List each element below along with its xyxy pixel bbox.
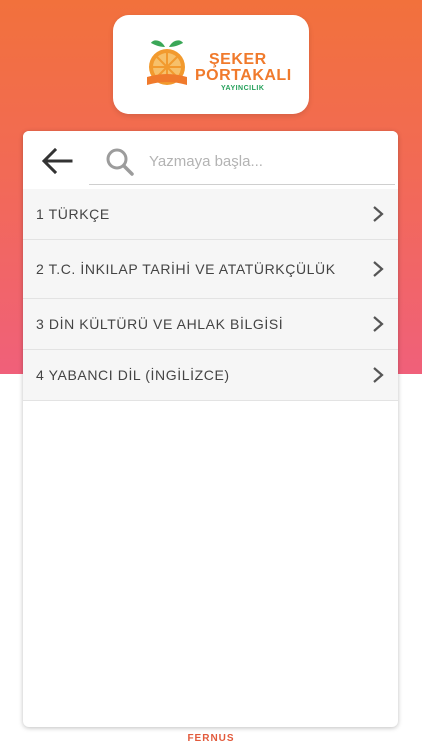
brand-name-line3: YAYINCILIK <box>221 85 265 92</box>
chevron-right-icon <box>373 367 384 383</box>
list-item-din-kulturu[interactable]: 3 DİN KÜLTÜRÜ VE AHLAK BİLGİSİ <box>23 299 398 350</box>
chevron-right-icon <box>373 316 384 332</box>
search-input[interactable] <box>147 145 391 177</box>
subject-list: 1 TÜRKÇE 2 T.C. İNKILAP TARİHİ VE ATATÜR… <box>23 189 398 401</box>
orange-book-logo-icon <box>147 40 187 85</box>
brand-name-line2: PORTAKALI <box>195 67 292 84</box>
arrow-left-icon <box>41 147 73 175</box>
list-item-label: 1 TÜRKÇE <box>36 206 110 222</box>
list-item-yabanci-dil[interactable]: 4 YABANCI DİL (İNGİLİZCE) <box>23 350 398 401</box>
chevron-right-icon <box>373 261 384 277</box>
list-item-inkilap-tarihi[interactable]: 2 T.C. İNKILAP TARİHİ VE ATATÜRKÇÜLÜK <box>23 240 398 299</box>
chevron-right-icon <box>373 206 384 222</box>
list-item-label: 4 YABANCI DİL (İNGİLİZCE) <box>36 367 230 383</box>
search-bar <box>23 131 398 187</box>
brand-logo-card: ŞEKER PORTAKALI YAYINCILIK <box>113 15 309 114</box>
subject-list-panel: 1 TÜRKÇE 2 T.C. İNKILAP TARİHİ VE ATATÜR… <box>23 131 398 727</box>
list-item-label: 2 T.C. İNKILAP TARİHİ VE ATATÜRKÇÜLÜK <box>36 261 336 277</box>
list-item-label: 3 DİN KÜLTÜRÜ VE AHLAK BİLGİSİ <box>36 316 284 332</box>
search-field[interactable] <box>89 139 395 185</box>
magnifier-icon <box>106 148 134 176</box>
list-item-turkce[interactable]: 1 TÜRKÇE <box>23 189 398 240</box>
back-button[interactable] <box>37 141 77 181</box>
footer-brand: FERNUS <box>187 733 235 744</box>
